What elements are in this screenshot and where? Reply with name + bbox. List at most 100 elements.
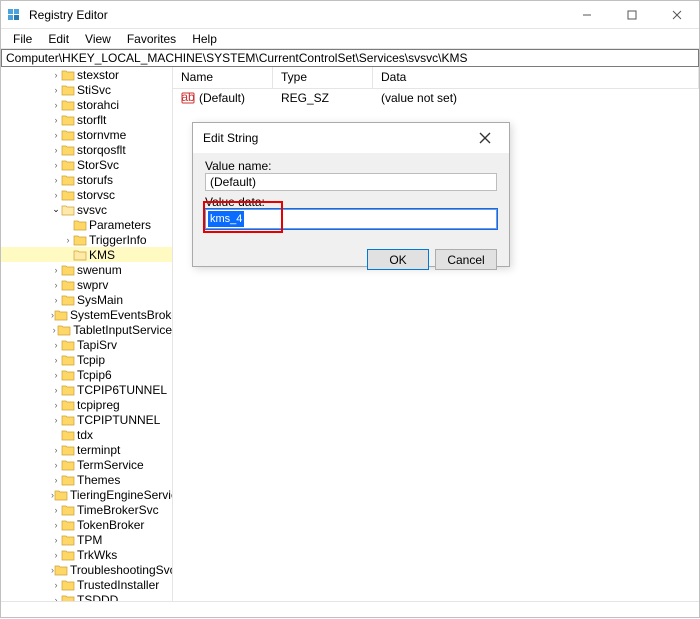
tree-item-label: KMS <box>89 248 115 262</box>
tree-item-parameters[interactable]: Parameters <box>1 217 172 232</box>
tree-item-stornvme[interactable]: ›stornvme <box>1 127 172 142</box>
tree-item-label: TapiSrv <box>77 338 117 352</box>
maximize-button[interactable] <box>609 1 654 29</box>
tree-item-terminpt[interactable]: ›terminpt <box>1 442 172 457</box>
tree-item-stexstor[interactable]: ›stexstor <box>1 67 172 82</box>
menu-file[interactable]: File <box>5 30 40 48</box>
list-row[interactable]: ab (Default) REG_SZ (value not set) <box>173 89 699 107</box>
tree-item-storsvc[interactable]: ›StorSvc <box>1 157 172 172</box>
tree-item-label: storahci <box>77 98 119 112</box>
chevron-right-icon[interactable]: › <box>51 160 61 170</box>
folder-icon <box>61 414 75 426</box>
tree-item-tcpip6tunnel[interactable]: ›TCPIP6TUNNEL <box>1 382 172 397</box>
folder-icon <box>61 474 75 486</box>
tree-item-tapisrv[interactable]: › TapiSrv <box>1 337 172 352</box>
value-data-field[interactable] <box>205 209 497 229</box>
chevron-right-icon[interactable]: › <box>51 130 61 140</box>
menu-favorites[interactable]: Favorites <box>119 30 184 48</box>
tree-item-storufs[interactable]: ›storufs <box>1 172 172 187</box>
tree-item-tsddd[interactable]: › TSDDD <box>1 592 172 601</box>
chevron-right-icon[interactable]: › <box>51 475 61 485</box>
tree-item-termservice[interactable]: ›TermService <box>1 457 172 472</box>
chevron-right-icon[interactable]: › <box>51 115 61 125</box>
tree-pane: ›stexstor›StiSvc›storahci›storflt›stornv… <box>1 67 173 601</box>
value-name-field[interactable]: (Default) <box>205 173 497 191</box>
chevron-right-icon[interactable]: › <box>51 595 61 602</box>
tree-item-tieringengineservice[interactable]: ›TieringEngineService <box>1 487 172 502</box>
tree-item-themes[interactable]: ›Themes <box>1 472 172 487</box>
chevron-right-icon[interactable]: › <box>51 400 61 410</box>
cancel-button[interactable]: Cancel <box>435 249 497 270</box>
address-bar[interactable]: Computer\HKEY_LOCAL_MACHINE\SYSTEM\Curre… <box>1 49 699 67</box>
menu-help[interactable]: Help <box>184 30 225 48</box>
tree-item-tpm[interactable]: ›TPM <box>1 532 172 547</box>
folder-icon <box>61 504 75 516</box>
tree-item-tokenbroker[interactable]: › TokenBroker <box>1 517 172 532</box>
minimize-button[interactable] <box>564 1 609 29</box>
col-name[interactable]: Name <box>173 67 273 88</box>
dialog-close-button[interactable] <box>471 124 499 152</box>
chevron-right-icon[interactable]: › <box>51 550 61 560</box>
chevron-right-icon[interactable]: › <box>51 265 61 275</box>
tree-item-label: TokenBroker <box>77 518 144 532</box>
tree-item-sysmain[interactable]: ›SysMain <box>1 292 172 307</box>
tree-item-trustedinstaller[interactable]: ›TrustedInstaller <box>1 577 172 592</box>
chevron-right-icon[interactable]: › <box>51 70 61 80</box>
chevron-right-icon[interactable]: › <box>51 175 61 185</box>
chevron-right-icon[interactable]: › <box>51 145 61 155</box>
tree-item-troubleshootingsvc[interactable]: ›TroubleshootingSvc <box>1 562 172 577</box>
tree-item-swprv[interactable]: ›swprv <box>1 277 172 292</box>
tree-item-label: TriggerInfo <box>89 233 147 247</box>
col-data[interactable]: Data <box>373 67 699 88</box>
chevron-right-icon[interactable]: › <box>51 340 61 350</box>
chevron-right-icon[interactable]: › <box>51 520 61 530</box>
chevron-right-icon[interactable]: › <box>63 235 73 245</box>
tree-item-tcpiptunnel[interactable]: ›TCPIPTUNNEL <box>1 412 172 427</box>
tree-item-storahci[interactable]: › storahci <box>1 97 172 112</box>
tree-item-tabletinputservice[interactable]: ›TabletInputService <box>1 322 172 337</box>
tree-item-storflt[interactable]: ›storflt <box>1 112 172 127</box>
menu-edit[interactable]: Edit <box>40 30 77 48</box>
folder-icon <box>73 249 87 261</box>
chevron-right-icon[interactable]: › <box>51 370 61 380</box>
chevron-right-icon[interactable]: › <box>51 385 61 395</box>
tree-item-tcpip6[interactable]: ›Tcpip6 <box>1 367 172 382</box>
tree-item-swenum[interactable]: ›swenum <box>1 262 172 277</box>
chevron-right-icon[interactable]: › <box>51 505 61 515</box>
tree-item-label: TSDDD <box>77 593 118 602</box>
tree-item-trkwks[interactable]: ›TrkWks <box>1 547 172 562</box>
chevron-right-icon[interactable]: › <box>51 85 61 95</box>
chevron-right-icon[interactable]: › <box>51 445 61 455</box>
chevron-right-icon[interactable]: › <box>51 415 61 425</box>
folder-icon <box>61 84 75 96</box>
chevron-right-icon[interactable]: › <box>51 100 61 110</box>
tree-item-triggerinfo[interactable]: › TriggerInfo <box>1 232 172 247</box>
registry-tree[interactable]: ›stexstor›StiSvc›storahci›storflt›stornv… <box>1 67 172 601</box>
chevron-right-icon[interactable]: › <box>51 295 61 305</box>
tree-item-svsvc[interactable]: ⌄svsvc <box>1 202 172 217</box>
tree-item-stisvc[interactable]: ›StiSvc <box>1 82 172 97</box>
tree-item-tdx[interactable]: tdx <box>1 427 172 442</box>
menubar: File Edit View Favorites Help <box>1 29 699 49</box>
tree-item-storqosflt[interactable]: › storqosflt <box>1 142 172 157</box>
tree-item-storvsc[interactable]: ›storvsc <box>1 187 172 202</box>
chevron-right-icon[interactable]: › <box>51 460 61 470</box>
tree-item-kms[interactable]: KMS <box>1 247 172 262</box>
chevron-right-icon[interactable]: › <box>51 580 61 590</box>
tree-item-tcpipreg[interactable]: ›tcpipreg <box>1 397 172 412</box>
chevron-right-icon[interactable]: › <box>51 280 61 290</box>
chevron-right-icon[interactable]: › <box>51 355 61 365</box>
tree-item-label: storqosflt <box>77 143 126 157</box>
tree-item-systemeventsbroker[interactable]: ›SystemEventsBroker <box>1 307 172 322</box>
menu-view[interactable]: View <box>77 30 119 48</box>
tree-item-timebrokersvc[interactable]: › TimeBrokerSvc <box>1 502 172 517</box>
tree-item-tcpip[interactable]: ›Tcpip <box>1 352 172 367</box>
chevron-right-icon[interactable]: › <box>51 190 61 200</box>
ok-button[interactable]: OK <box>367 249 429 270</box>
chevron-down-icon[interactable]: ⌄ <box>51 204 61 215</box>
tree-item-label: TimeBrokerSvc <box>77 503 159 517</box>
col-type[interactable]: Type <box>273 67 373 88</box>
folder-icon <box>61 279 75 291</box>
close-button[interactable] <box>654 1 699 29</box>
chevron-right-icon[interactable]: › <box>51 535 61 545</box>
